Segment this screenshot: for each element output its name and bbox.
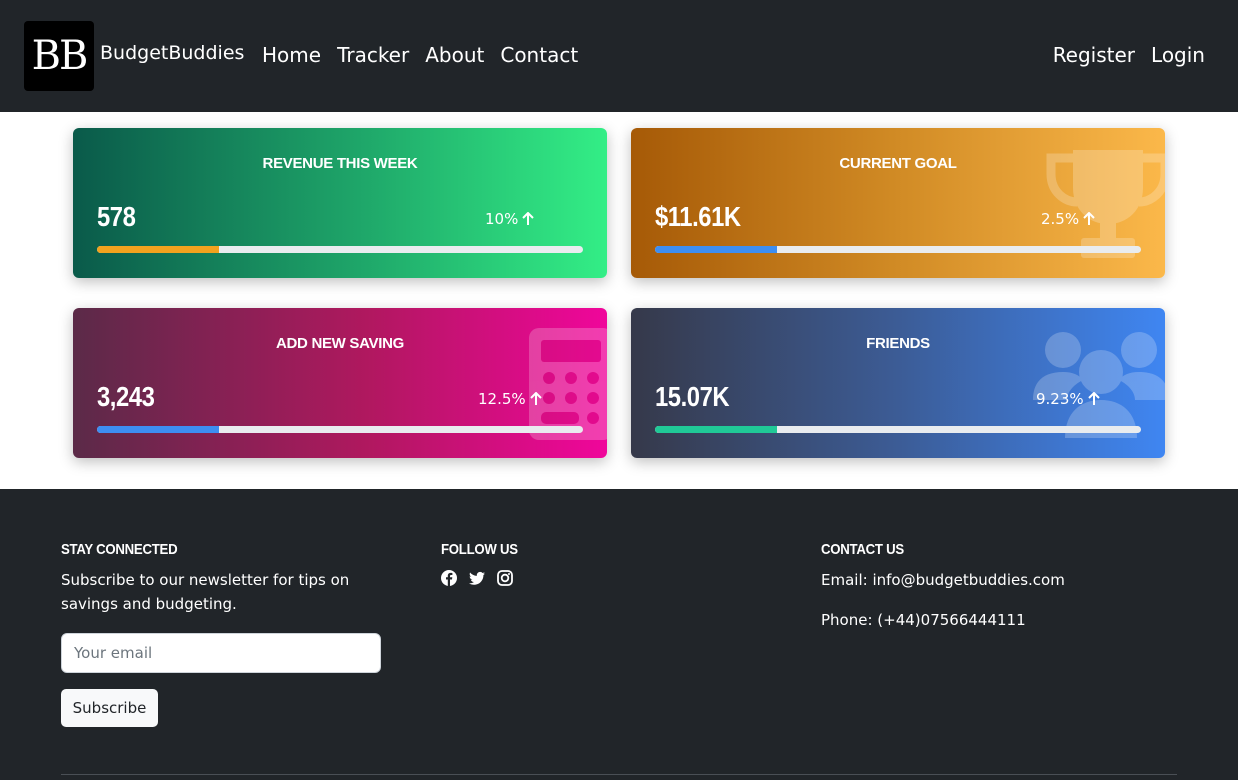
contact-email: Email: info@budgetbuddies.com [821, 571, 1065, 589]
card-percent: 9.23% [1036, 390, 1100, 408]
card-title: Current Goal [839, 155, 957, 172]
progress-fill [655, 246, 777, 253]
card-title: Friends [866, 335, 930, 352]
contact-phone: Phone: (+44)07566444111 [821, 611, 1026, 629]
card-add-saving: Add new saving 3,243 12.5% [73, 308, 607, 458]
progress-bar [97, 246, 583, 253]
newsletter-text: Subscribe to our newsletter for tips on … [61, 571, 350, 613]
card-value: 3,243 [97, 381, 155, 412]
card-title: Add new saving [275, 335, 405, 352]
footer: Stay Connected Subscribe to our newslett… [0, 489, 1238, 780]
percent-text: 12.5% [478, 390, 526, 408]
nav-links: Home Tracker About Contact [262, 43, 578, 67]
nav-home[interactable]: Home [262, 43, 321, 67]
progress-fill [97, 426, 219, 433]
nav-tracker[interactable]: Tracker [337, 43, 409, 67]
social-links [441, 570, 528, 586]
nav-auth: Register Login [1053, 43, 1205, 67]
footer-contact-us: Contact Us Email: info@budgetbuddies.com… [821, 541, 1065, 632]
arrow-up-icon [522, 212, 535, 225]
logo-text: BB [31, 33, 89, 79]
card-revenue: $ Revenue this week 578 10% [73, 128, 607, 278]
footer-follow-us: Follow Us [441, 541, 528, 586]
arrow-up-icon [1087, 392, 1100, 405]
footer-heading: Follow Us [441, 541, 518, 558]
card-value: 15.07K [655, 381, 730, 412]
percent-text: 2.5% [1041, 210, 1080, 228]
card-percent: 12.5% [478, 390, 542, 408]
footer-heading: Stay Connected [61, 541, 178, 558]
card-friends: Friends 15.07K 9.23% [631, 308, 1165, 458]
progress-bar [97, 426, 583, 433]
card-current-goal: Current Goal $11.61K 2.5% [631, 128, 1165, 278]
card-title: Revenue this week [262, 155, 418, 172]
nav-login[interactable]: Login [1151, 43, 1205, 67]
facebook-icon[interactable] [441, 570, 457, 586]
nav-register[interactable]: Register [1053, 43, 1135, 67]
card-value: 578 [97, 201, 136, 232]
logo[interactable]: BB [24, 21, 94, 91]
percent-text: 9.23% [1036, 390, 1084, 408]
newsletter-email-input[interactable] [61, 633, 381, 673]
footer-heading: Contact Us [821, 541, 904, 558]
card-value: $11.61K [655, 201, 741, 232]
progress-fill [655, 426, 777, 433]
arrow-up-icon [1083, 212, 1095, 225]
brand-name[interactable]: BudgetBuddies [100, 42, 244, 64]
twitter-icon[interactable] [469, 570, 485, 586]
card-percent: 2.5% [1041, 210, 1095, 228]
instagram-icon[interactable] [497, 570, 513, 586]
nav-about[interactable]: About [425, 43, 484, 67]
footer-divider [61, 774, 1177, 775]
footer-stay-connected: Stay Connected Subscribe to our newslett… [61, 541, 401, 616]
progress-fill [97, 246, 219, 253]
progress-bar [655, 426, 1141, 433]
navbar: BB BudgetBuddies Home Tracker About Cont… [0, 0, 1238, 112]
card-percent: 10% [485, 210, 535, 228]
nav-contact[interactable]: Contact [500, 43, 578, 67]
arrow-up-icon [529, 392, 542, 405]
progress-bar [655, 246, 1141, 253]
subscribe-button[interactable]: Subscribe [61, 689, 158, 727]
percent-text: 10% [485, 210, 519, 228]
